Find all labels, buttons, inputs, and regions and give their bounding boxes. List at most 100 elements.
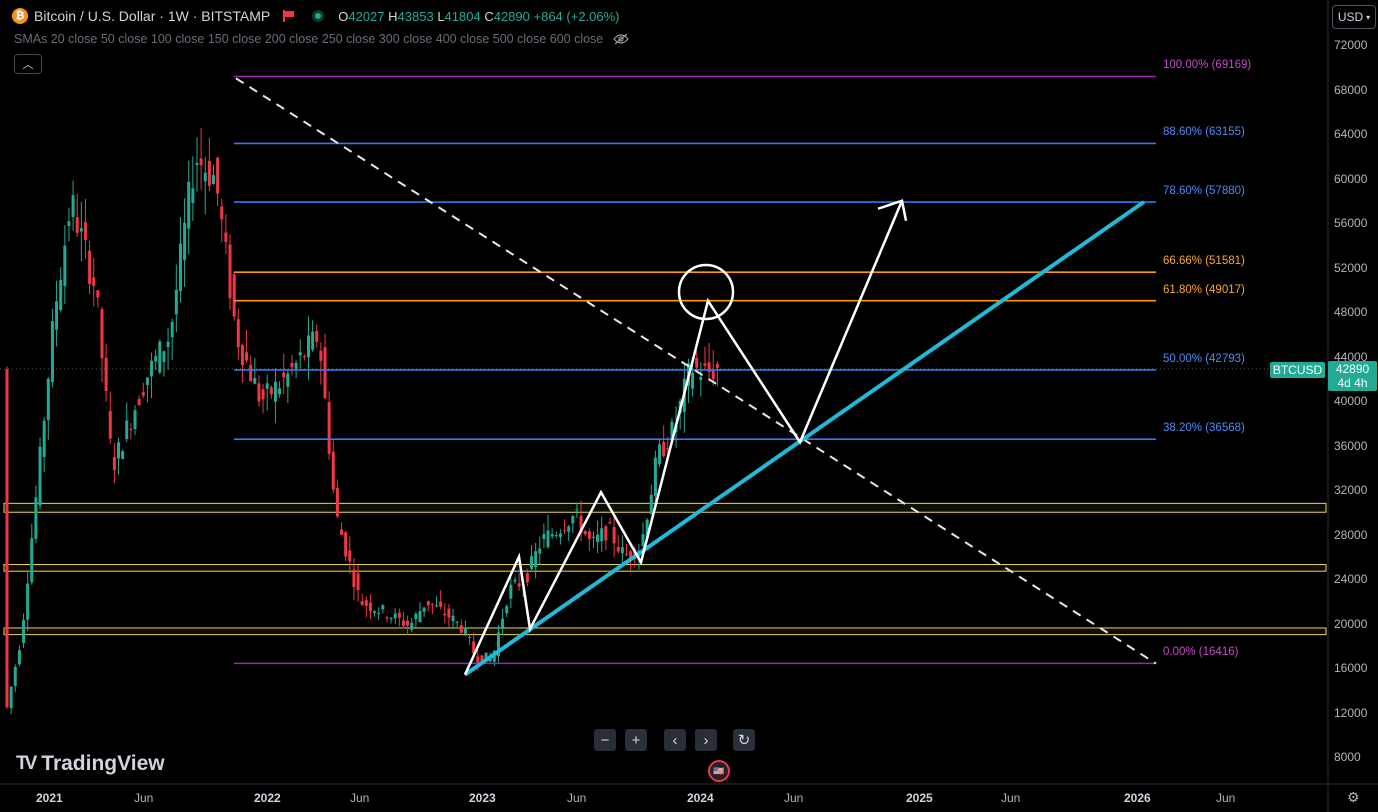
- zoom-out-button[interactable]: −: [594, 729, 616, 751]
- price-axis-tick: 8000: [1334, 750, 1361, 764]
- candle-body: [418, 611, 422, 623]
- candle-body: [232, 274, 236, 317]
- price-axis-tick: 20000: [1334, 616, 1368, 631]
- candle-body: [583, 530, 587, 535]
- candle-body: [616, 546, 620, 552]
- candle-body: [220, 206, 224, 220]
- candle-body: [513, 579, 517, 582]
- collapse-legend-button[interactable]: ︿: [14, 54, 42, 74]
- candle-body: [463, 627, 467, 634]
- candle-body: [385, 617, 389, 619]
- candle-body: [435, 605, 439, 607]
- candle-body: [282, 372, 286, 378]
- candle-body: [393, 613, 397, 619]
- time-axis-tick: 2021: [36, 791, 63, 805]
- candle-body: [199, 158, 203, 166]
- market-status-icon: [312, 10, 325, 22]
- candle-body: [96, 290, 100, 298]
- dashed-downtrend-line: [235, 77, 1157, 665]
- symbol-title[interactable]: Bitcoin / U.S. Dollar · 1W · BITSTAMP: [34, 8, 270, 24]
- last-price-label: 42890 4d 4h: [1328, 361, 1377, 391]
- candle-body: [641, 534, 645, 547]
- settings-gear-icon[interactable]: ⚙: [1347, 789, 1360, 806]
- candle-body: [133, 410, 137, 429]
- candle-body: [600, 528, 604, 542]
- tradingview-logo[interactable]: TV TradingView: [16, 752, 165, 776]
- candle-body: [273, 381, 277, 402]
- candle-body: [612, 527, 616, 544]
- reset-chart-button[interactable]: ↻: [733, 729, 755, 751]
- symbol-price-label: BTCUSD: [1270, 362, 1325, 378]
- price-axis-tick: 12000: [1334, 705, 1368, 720]
- price-axis-tick: 32000: [1334, 483, 1368, 497]
- price-chart[interactable]: [0, 0, 1378, 812]
- candle-body: [397, 612, 401, 618]
- candle-body: [150, 360, 154, 377]
- candle-body: [451, 615, 455, 622]
- candle-body: [5, 369, 9, 708]
- candle-body: [63, 245, 67, 286]
- candle-body: [290, 362, 294, 368]
- candle-body: [625, 553, 628, 555]
- candle-body: [715, 364, 719, 368]
- price-axis-tick: 64000: [1334, 127, 1368, 141]
- price-axis-tick: 56000: [1334, 216, 1368, 230]
- candle-body: [34, 497, 38, 539]
- scroll-left-button[interactable]: ‹: [664, 729, 686, 751]
- fib-level-label: 100.00% (69169): [1163, 59, 1252, 72]
- candle-body: [121, 451, 125, 459]
- candle-body: [550, 534, 554, 537]
- price-axis-tick: 16000: [1334, 661, 1368, 675]
- candle-body: [187, 181, 191, 229]
- candle-body: [195, 162, 199, 165]
- time-axis-tick: 2022: [254, 791, 281, 805]
- candle-body: [166, 341, 170, 348]
- candle-body: [265, 383, 269, 389]
- economic-event-icon[interactable]: 🇺🇸: [708, 760, 730, 782]
- candle-body: [92, 277, 96, 286]
- time-axis-tick: Jun: [784, 791, 804, 805]
- support-zone-1: [3, 564, 1327, 572]
- candle-body: [158, 341, 162, 373]
- candle-body: [302, 356, 306, 358]
- candle-body: [381, 605, 385, 610]
- candle-body: [125, 420, 129, 440]
- price-axis-tick: 36000: [1334, 438, 1368, 453]
- candle-body: [414, 613, 418, 619]
- candle-body: [46, 378, 50, 421]
- candle-body: [298, 352, 302, 356]
- flag-icon[interactable]: [282, 10, 295, 22]
- candle-body: [406, 620, 410, 626]
- eye-off-icon[interactable]: [613, 33, 630, 45]
- scroll-right-button[interactable]: ›: [695, 729, 717, 751]
- candle-body: [377, 613, 381, 615]
- candle-body: [245, 352, 249, 361]
- candle-body: [154, 356, 158, 362]
- candle-body: [38, 446, 42, 506]
- candle-body: [59, 279, 63, 311]
- candle-body: [459, 625, 463, 633]
- candle-body: [596, 534, 600, 543]
- tradingview-logo-icon: TV: [16, 753, 37, 774]
- candle-body: [129, 428, 133, 430]
- candle-body: [546, 530, 550, 548]
- candle-body: [117, 442, 121, 459]
- candle-body: [17, 650, 21, 665]
- candle-body: [658, 444, 662, 465]
- price-axis-tick: 48000: [1334, 305, 1368, 319]
- candle-body: [50, 321, 54, 382]
- candle-body: [373, 611, 377, 613]
- candle-body: [649, 494, 653, 515]
- zoom-in-button[interactable]: +: [625, 729, 647, 751]
- candle-body: [236, 319, 240, 348]
- candle-body: [505, 605, 509, 614]
- candle-body: [468, 637, 472, 639]
- currency-selector[interactable]: USD ▾: [1332, 5, 1376, 29]
- candle-body: [455, 621, 459, 623]
- candle-body: [662, 442, 666, 457]
- candle-body: [509, 584, 513, 599]
- fib-level-label: 50.00% (42793): [1163, 352, 1245, 365]
- indicator-legend[interactable]: SMAs 20 close 50 close 100 close 150 clo…: [14, 32, 630, 46]
- candle-body: [567, 526, 571, 532]
- time-axis-tick: Jun: [1216, 791, 1236, 805]
